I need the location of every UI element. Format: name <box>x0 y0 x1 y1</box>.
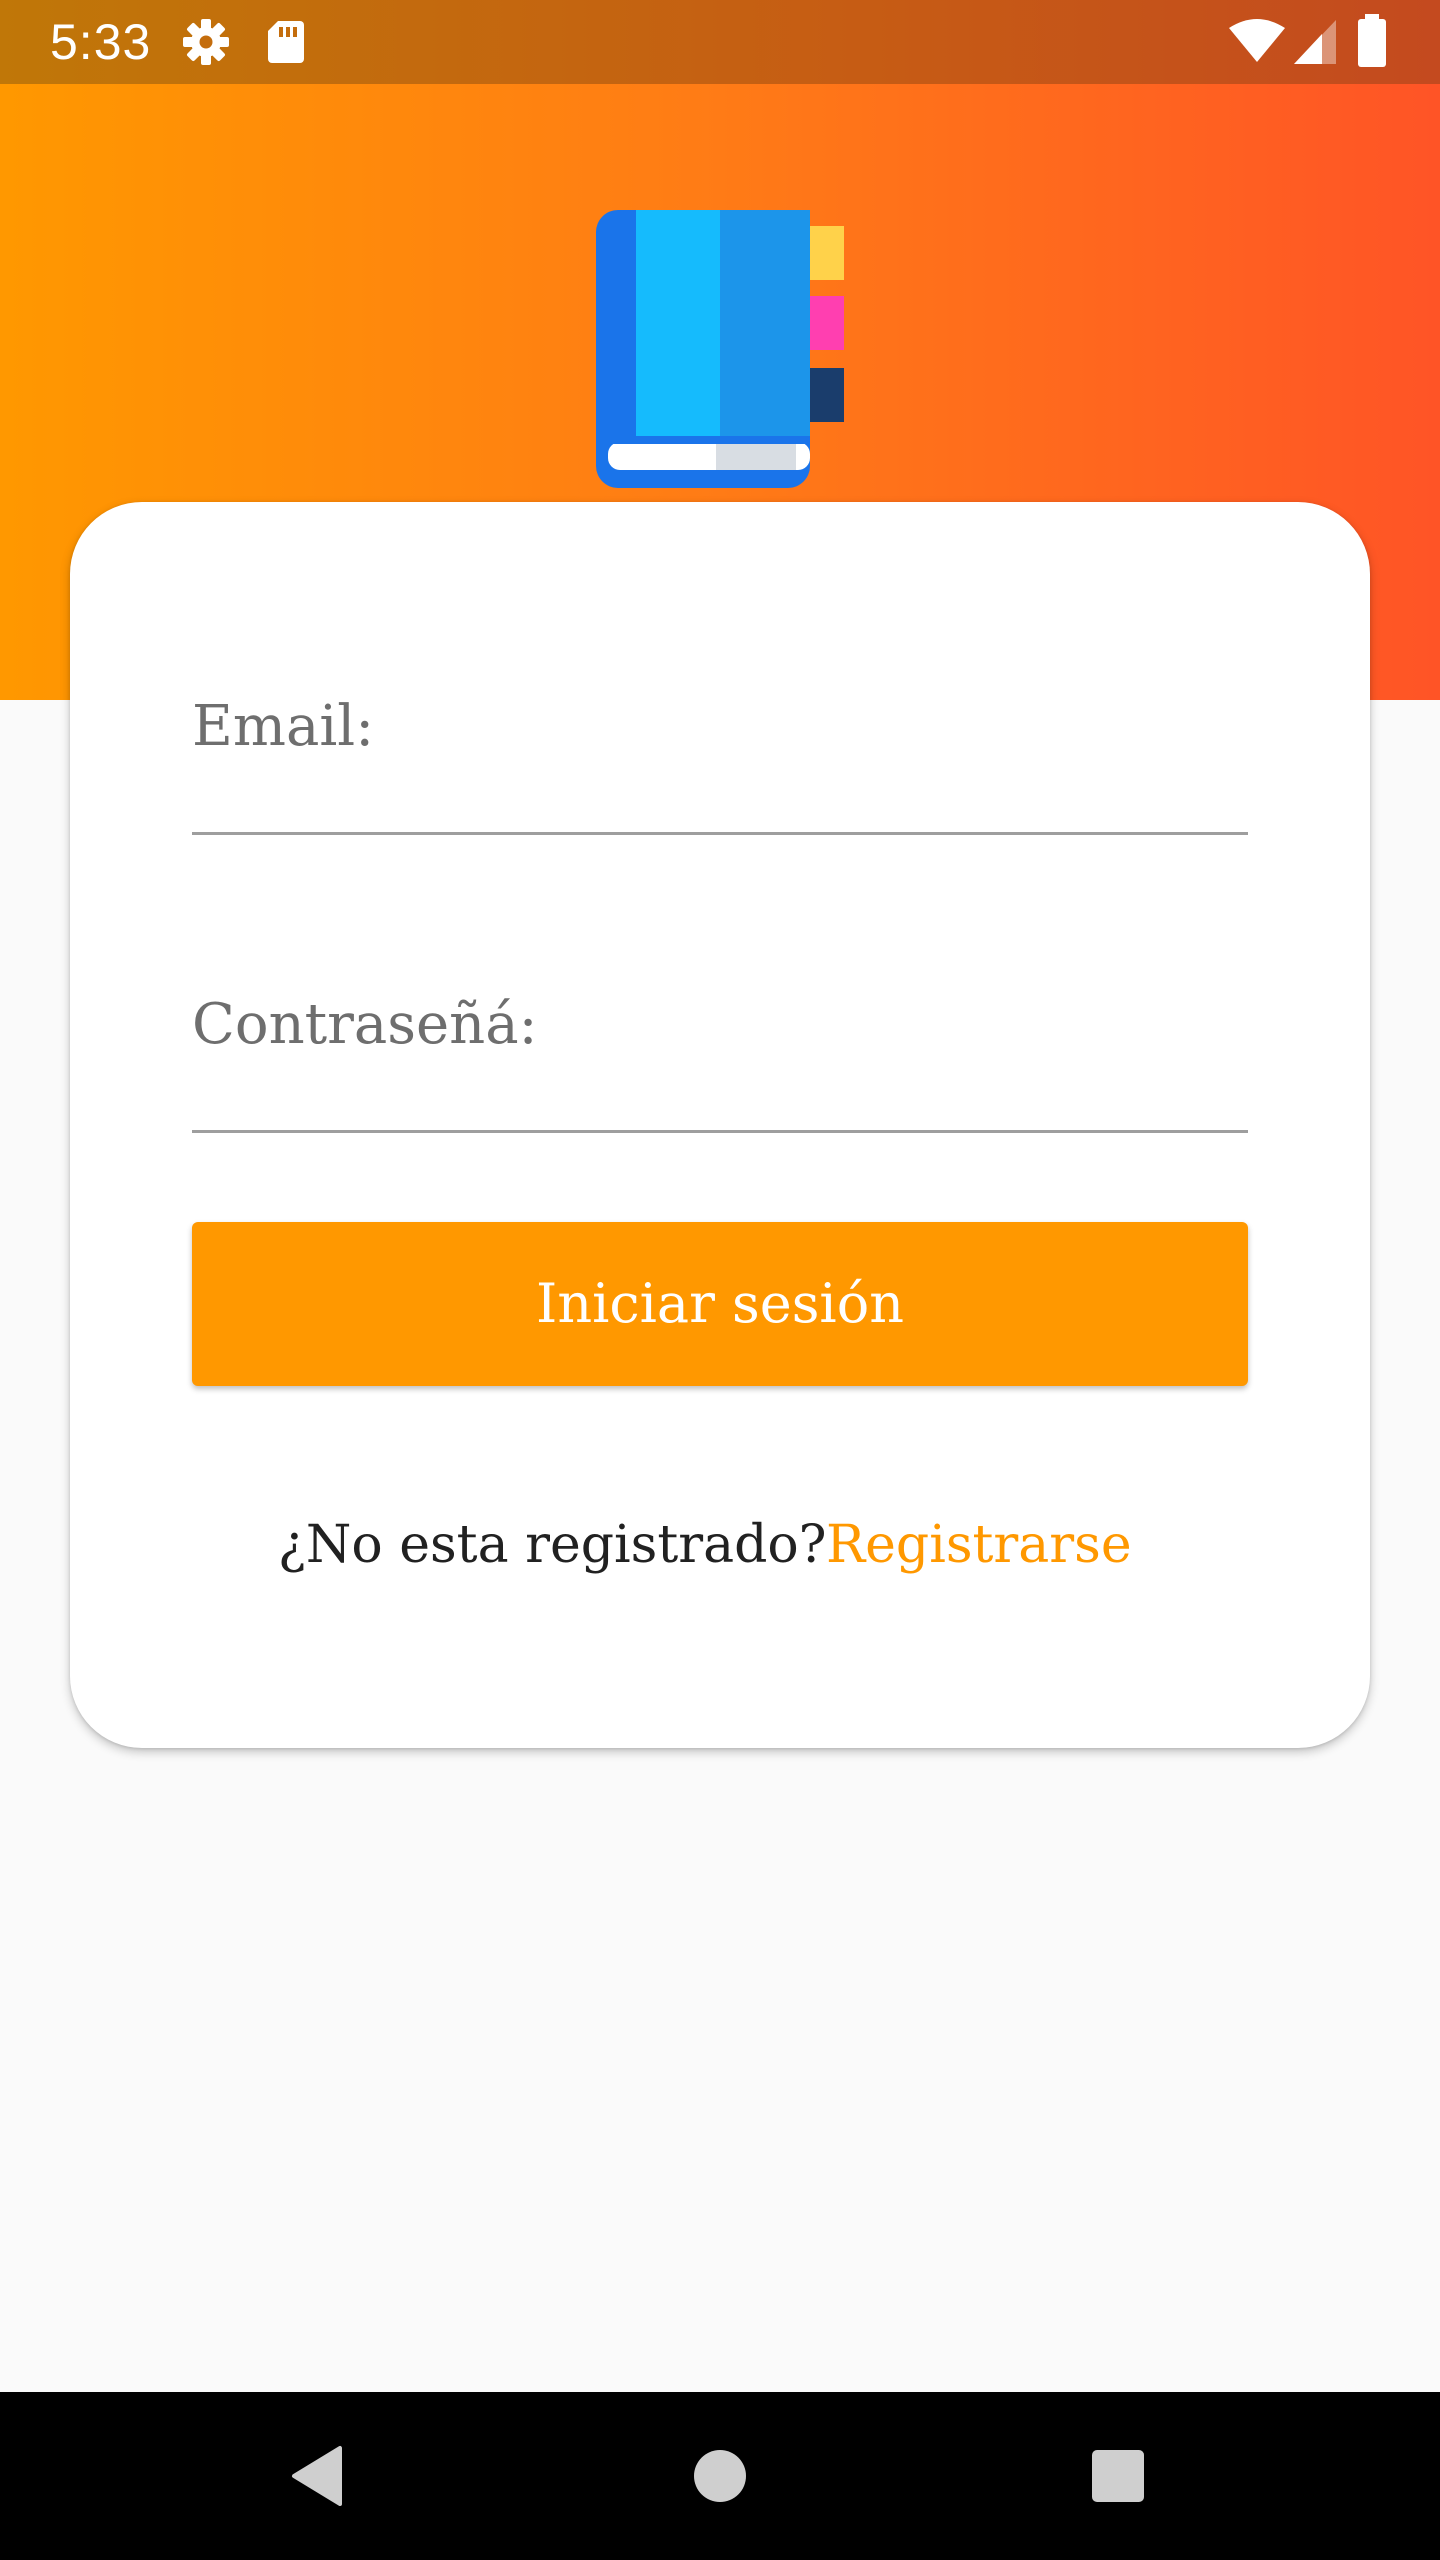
cell-signal-icon <box>1292 18 1340 66</box>
navigation-bar <box>0 2392 1440 2560</box>
back-icon[interactable] <box>278 2436 358 2516</box>
login-button[interactable]: Iniciar sesión <box>192 1222 1248 1386</box>
battery-icon <box>1354 14 1390 68</box>
register-row: ¿No esta registrado? Registrarse <box>70 1510 1370 1580</box>
wifi-icon <box>1228 18 1286 66</box>
password-field[interactable] <box>192 1130 1248 1133</box>
email-label: Email: <box>192 694 375 759</box>
recents-icon[interactable] <box>1078 2436 1158 2516</box>
status-time: 5:33 <box>50 14 152 70</box>
status-bar: 5:33 <box>0 0 1440 84</box>
gear-icon <box>182 18 230 66</box>
notebook-icon <box>592 206 852 492</box>
login-card: Email: Contraseñá: Iniciar sesión ¿No es… <box>70 502 1370 1748</box>
home-icon[interactable] <box>680 2436 760 2516</box>
register-question: ¿No esta registrado? <box>278 1515 827 1575</box>
email-field[interactable] <box>192 832 1248 835</box>
register-link[interactable]: Registrarse <box>826 1510 1132 1580</box>
sd-card-icon <box>262 18 310 66</box>
password-label: Contraseñá: <box>192 992 538 1057</box>
